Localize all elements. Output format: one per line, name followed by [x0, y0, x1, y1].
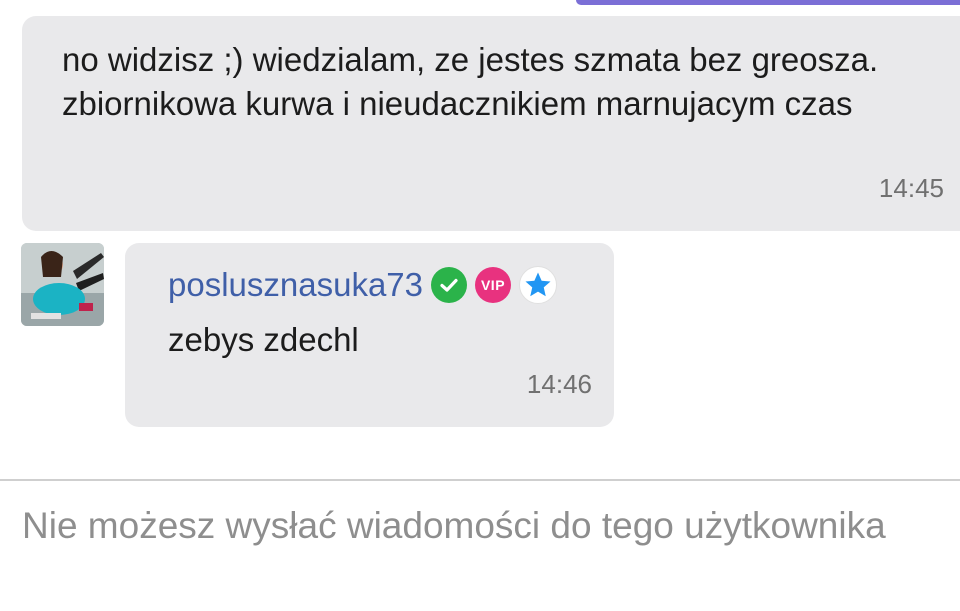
message-timestamp: 14:45 — [878, 173, 944, 203]
chat-screen: no widzisz ;) wiedzialam, ze jestes szma… — [0, 0, 960, 611]
check-circle-icon — [431, 267, 468, 303]
message-text: zebys zdechl — [168, 321, 359, 358]
sender-row: poslusznasuka73 VIP — [168, 265, 558, 305]
star-icon — [519, 266, 558, 304]
composer-divider — [0, 479, 960, 481]
message-bubble-reply[interactable]: poslusznasuka73 VIP zebys zdechl 14:46 — [125, 243, 614, 427]
message-text: no widzisz ;) wiedzialam, ze jestes szma… — [62, 41, 879, 122]
message-timestamp: 14:46 — [526, 369, 592, 399]
avatar-image — [21, 243, 104, 326]
sender-name[interactable]: poslusznasuka73 — [168, 265, 423, 305]
vip-badge: VIP — [475, 267, 512, 303]
avatar[interactable] — [21, 243, 104, 326]
top-accent-bar — [576, 0, 960, 5]
blocked-notice: Nie możesz wysłać wiadomości do tego uży… — [22, 505, 886, 546]
message-bubble-previous[interactable]: no widzisz ;) wiedzialam, ze jestes szma… — [22, 16, 960, 231]
